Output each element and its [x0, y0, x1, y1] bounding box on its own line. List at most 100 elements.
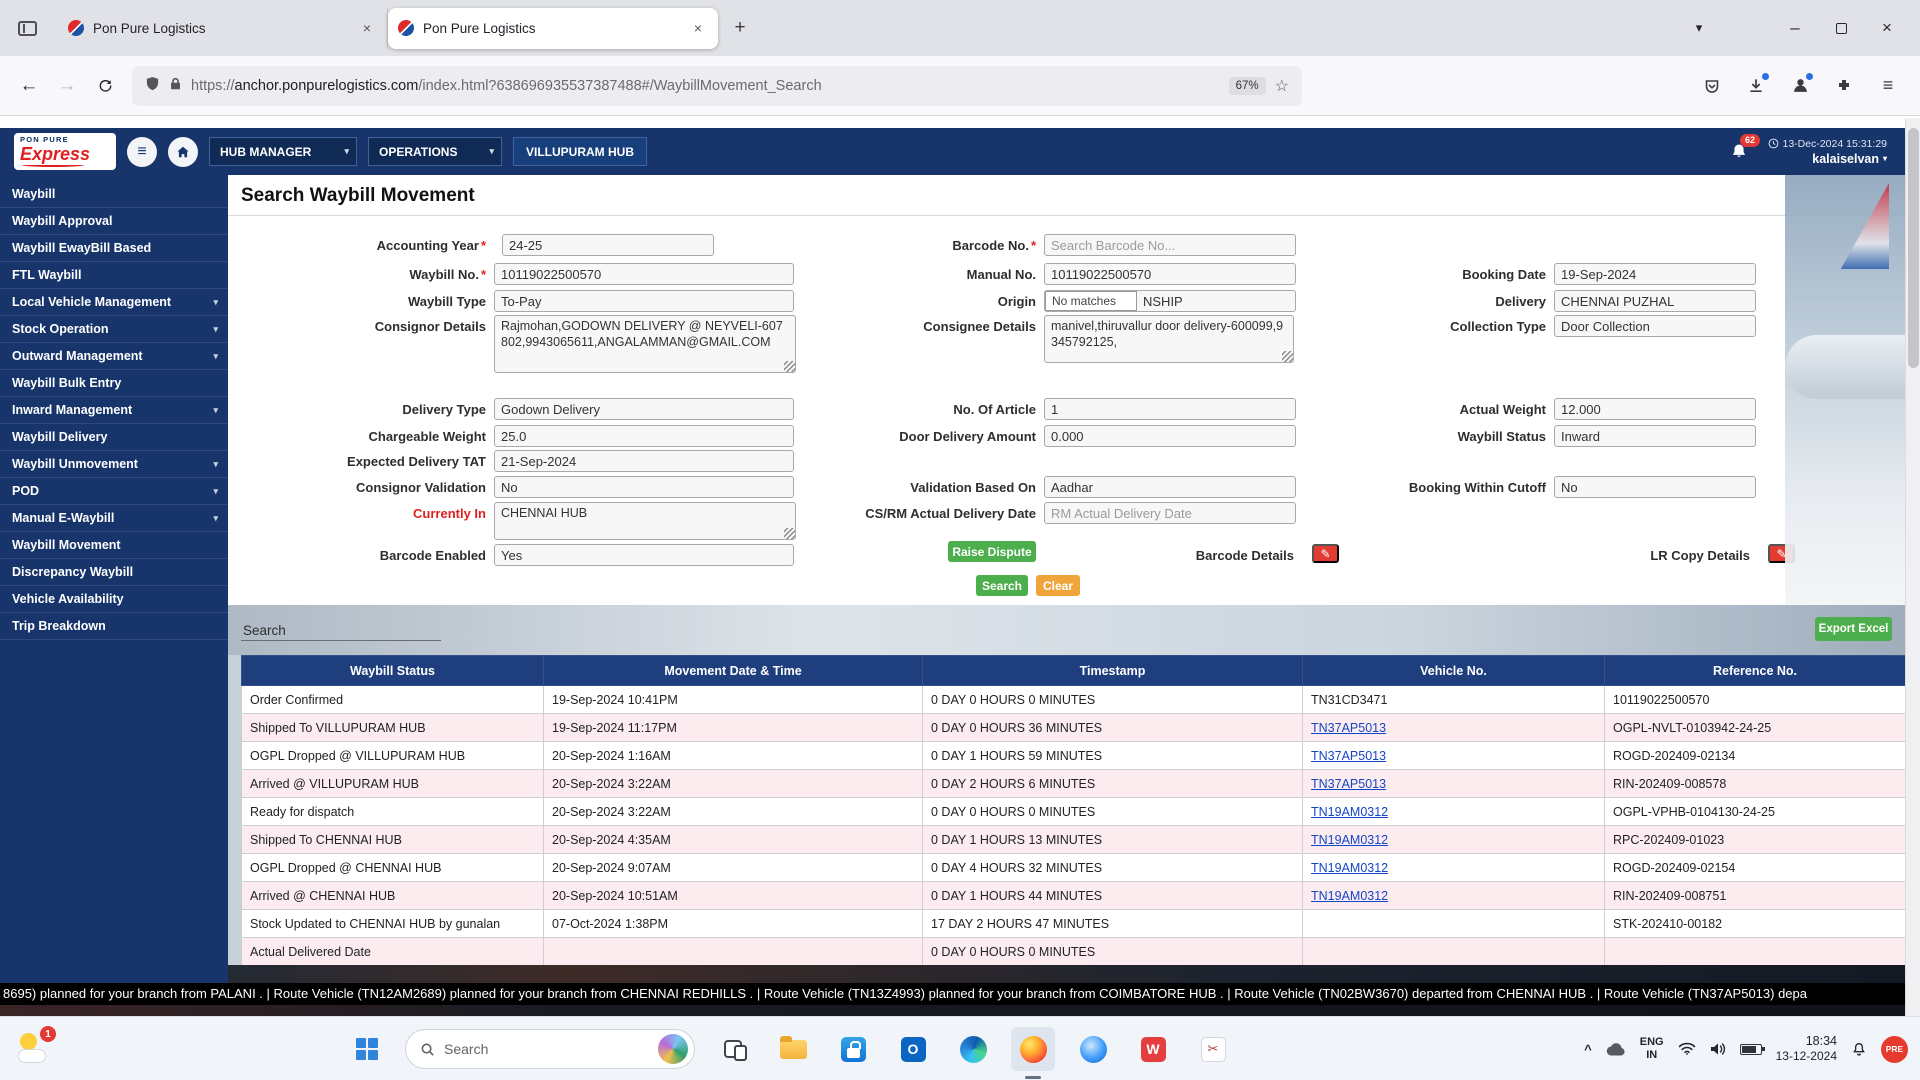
sidebar-item-outward-management[interactable]: Outward Management▾: [0, 343, 228, 370]
minimize-button[interactable]: –: [1772, 8, 1818, 48]
store-icon[interactable]: [831, 1027, 875, 1071]
pocket-icon[interactable]: [1690, 67, 1734, 105]
tray-expand-chevron[interactable]: ^: [1584, 1042, 1592, 1057]
list-tabs-chevron-icon[interactable]: ▾: [1676, 8, 1722, 48]
sidebar-item-waybill-bulk-entry[interactable]: Waybill Bulk Entry: [0, 370, 228, 397]
booking-date-input[interactable]: [1554, 263, 1756, 285]
edge-icon[interactable]: [951, 1027, 995, 1071]
vehicle-link[interactable]: TN37AP5013: [1311, 721, 1386, 735]
menu-toggle-icon[interactable]: ≡: [127, 137, 157, 167]
taskbar-search[interactable]: Search: [405, 1029, 695, 1069]
module-dropdown[interactable]: OPERATIONS ▾: [368, 137, 502, 166]
sidebar-item-manual-e-waybill[interactable]: Manual E-Waybill▾: [0, 505, 228, 532]
sidebar-item-pod[interactable]: POD▾: [0, 478, 228, 505]
sidebar-item-waybill-movement[interactable]: Waybill Movement: [0, 532, 228, 559]
forward-button[interactable]: →: [48, 67, 86, 105]
wps-office-icon[interactable]: W: [1131, 1027, 1175, 1071]
col-movement-datetime[interactable]: Movement Date & Time: [544, 656, 923, 686]
new-tab-button[interactable]: +: [724, 12, 756, 44]
export-excel-button[interactable]: Export Excel: [1815, 617, 1892, 641]
waybill-status-input[interactable]: [1554, 425, 1756, 447]
sidebar-item-vehicle-availability[interactable]: Vehicle Availability: [0, 586, 228, 613]
sidebar-item-discrepancy-waybill[interactable]: Discrepancy Waybill: [0, 559, 228, 586]
booking-within-cutoff-input[interactable]: [1554, 476, 1756, 498]
back-button[interactable]: ←: [10, 67, 48, 105]
barcode-details-edit-button[interactable]: ✎: [1312, 544, 1339, 563]
actual-weight-input[interactable]: [1554, 398, 1756, 420]
currently-in-textarea[interactable]: CHENNAI HUB: [494, 502, 796, 540]
start-button[interactable]: [345, 1027, 389, 1071]
sidebar-item-waybill-ewaybill-based[interactable]: Waybill EwayBill Based: [0, 235, 228, 262]
consignor-details-textarea[interactable]: Rajmohan,GODOWN DELIVERY @ NEYVELI-60780…: [494, 315, 796, 373]
sidebar-item-inward-management[interactable]: Inward Management▾: [0, 397, 228, 424]
tab-close-icon[interactable]: ×: [357, 20, 377, 36]
extensions-icon[interactable]: [1822, 67, 1866, 105]
sidebar-item-waybill-unmovement[interactable]: Waybill Unmovement▾: [0, 451, 228, 478]
barcode-no-input[interactable]: [1044, 234, 1296, 256]
sidebar-item-waybill-delivery[interactable]: Waybill Delivery: [0, 424, 228, 451]
firefox-view-icon[interactable]: [10, 11, 44, 45]
sidebar-item-stock-operation[interactable]: Stock Operation▾: [0, 316, 228, 343]
downloads-icon[interactable]: [1734, 67, 1778, 105]
sidebar-item-local-vehicle-management[interactable]: Local Vehicle Management▾: [0, 289, 228, 316]
results-filter-input[interactable]: [241, 621, 441, 641]
language-indicator[interactable]: ENGIN: [1640, 1036, 1664, 1061]
file-explorer-icon[interactable]: [771, 1027, 815, 1071]
sidebar-item-waybill[interactable]: Waybill: [0, 181, 228, 208]
consignee-details-textarea[interactable]: manivel,thiruvallur door delivery-600099…: [1044, 315, 1294, 363]
widgets-weather-icon[interactable]: 1: [14, 1028, 56, 1070]
firefox-icon[interactable]: [1011, 1027, 1055, 1071]
expected-delivery-tat-input[interactable]: [494, 450, 794, 472]
door-delivery-amount-input[interactable]: [1044, 425, 1296, 447]
ponpure-logo[interactable]: PON PURE Express: [14, 133, 116, 170]
vertical-scrollbar[interactable]: [1905, 118, 1920, 1016]
snipping-tool-icon[interactable]: ✂: [1191, 1027, 1235, 1071]
sidebar-item-trip-breakdown[interactable]: Trip Breakdown: [0, 613, 228, 640]
tab-close-icon[interactable]: ×: [688, 20, 708, 36]
maximize-button[interactable]: [1818, 8, 1864, 48]
account-icon[interactable]: [1778, 67, 1822, 105]
notifications-bell-icon[interactable]: 62: [1726, 139, 1752, 165]
bookmark-star-icon[interactable]: ☆: [1275, 76, 1289, 96]
barcode-enabled-input[interactable]: [494, 544, 794, 566]
wifi-icon[interactable]: [1678, 1042, 1696, 1056]
role-dropdown[interactable]: HUB MANAGER ▾: [209, 137, 357, 166]
validation-based-on-input[interactable]: [1044, 476, 1296, 498]
browser-globe-icon[interactable]: [1071, 1027, 1115, 1071]
accounting-year-input[interactable]: [502, 234, 714, 256]
clear-button[interactable]: Clear: [1036, 575, 1080, 596]
waybill-no-input[interactable]: [494, 263, 794, 285]
raise-dispute-button[interactable]: Raise Dispute: [948, 541, 1036, 562]
lock-icon[interactable]: [169, 77, 182, 95]
delivery-type-input[interactable]: [494, 398, 794, 420]
home-icon[interactable]: [168, 137, 198, 167]
tracking-shield-icon[interactable]: [145, 76, 160, 96]
vehicle-link[interactable]: TN19AM0312: [1311, 805, 1388, 819]
user-menu[interactable]: kalaiselvan ▾: [1812, 152, 1887, 166]
col-vehicle-no[interactable]: Vehicle No.: [1303, 656, 1605, 686]
col-timestamp[interactable]: Timestamp: [923, 656, 1303, 686]
notification-bell-icon[interactable]: [1851, 1041, 1867, 1057]
delivery-input[interactable]: [1554, 290, 1756, 312]
collection-type-input[interactable]: [1554, 315, 1756, 337]
app-menu-icon[interactable]: ≡: [1866, 67, 1910, 105]
vehicle-link[interactable]: TN19AM0312: [1311, 861, 1388, 875]
vehicle-link[interactable]: TN19AM0312: [1311, 889, 1388, 903]
vehicle-link[interactable]: TN37AP5013: [1311, 749, 1386, 763]
col-reference-no[interactable]: Reference No.: [1605, 656, 1906, 686]
url-bar[interactable]: https://anchor.ponpurelogistics.com/inde…: [132, 66, 1302, 106]
chargeable-weight-input[interactable]: [494, 425, 794, 447]
browser-tab-2-active[interactable]: Pon Pure Logistics ×: [388, 8, 718, 49]
sidebar-item-waybill-approval[interactable]: Waybill Approval: [0, 208, 228, 235]
task-view-button[interactable]: [711, 1027, 755, 1071]
cs-rm-actual-delivery-date-input[interactable]: [1044, 502, 1296, 524]
battery-icon[interactable]: [1740, 1044, 1762, 1055]
search-button[interactable]: Search: [976, 575, 1028, 596]
outlook-icon[interactable]: O: [891, 1027, 935, 1071]
volume-icon[interactable]: [1710, 1042, 1726, 1056]
no-of-article-input[interactable]: [1044, 398, 1296, 420]
browser-tab-1[interactable]: Pon Pure Logistics ×: [58, 8, 388, 49]
scrollbar-thumb[interactable]: [1908, 128, 1919, 368]
onedrive-cloud-icon[interactable]: [1606, 1043, 1626, 1056]
reload-button[interactable]: [86, 67, 124, 105]
